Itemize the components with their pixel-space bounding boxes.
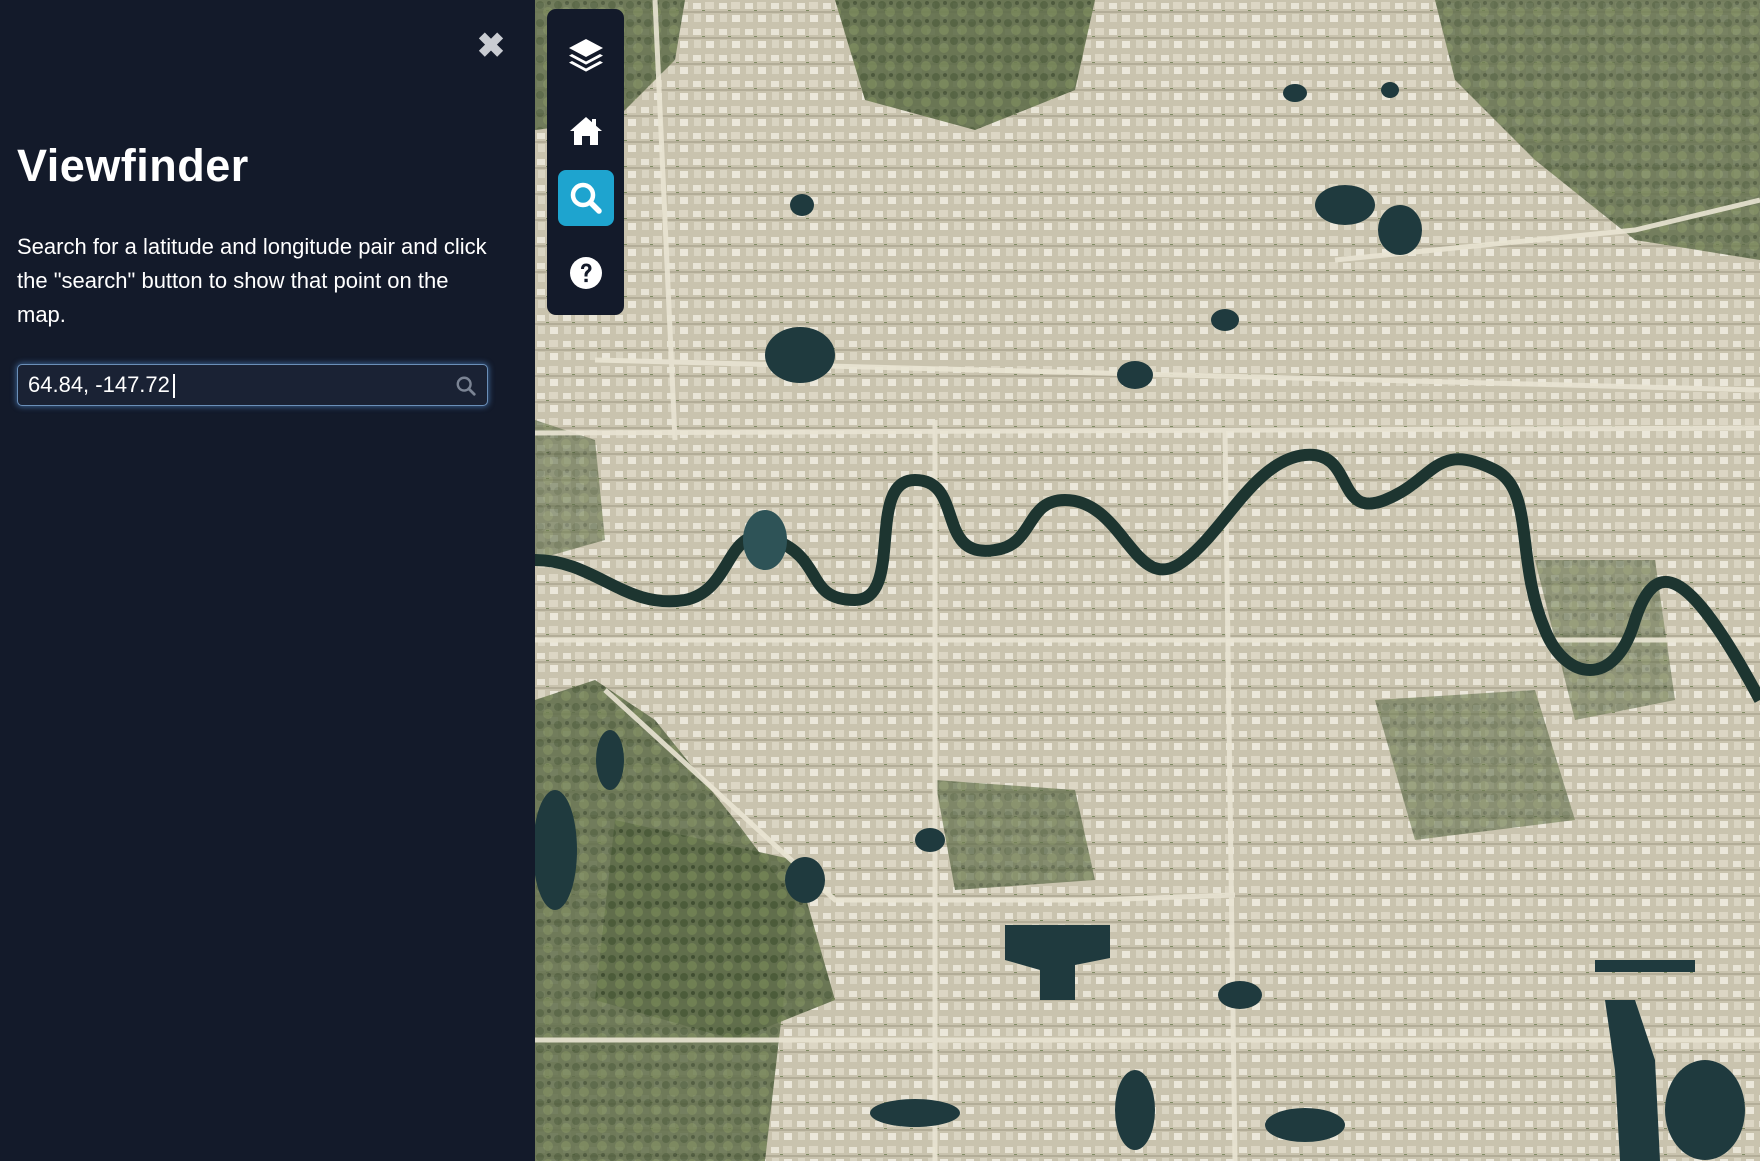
help-button[interactable] [558, 245, 614, 301]
close-icon: ✖ [476, 27, 506, 65]
viewfinder-panel: ✖ Viewfinder Search for a latitude and l… [0, 0, 535, 1161]
layers-button[interactable] [558, 27, 614, 83]
layers-icon [569, 39, 603, 72]
search-icon[interactable] [455, 375, 477, 397]
coordinate-search-input[interactable] [28, 365, 448, 405]
map-imagery [535, 0, 1760, 1161]
search-icon [570, 182, 602, 214]
search-tool-button[interactable] [558, 170, 614, 226]
satellite-map[interactable] [535, 0, 1760, 1161]
text-caret [173, 374, 175, 398]
help-icon [570, 257, 602, 289]
home-icon [570, 117, 602, 145]
panel-title: Viewfinder [17, 140, 249, 191]
map-toolbar [547, 9, 624, 315]
close-panel-button[interactable]: ✖ [475, 28, 507, 64]
coordinate-search-box [17, 364, 488, 406]
home-button[interactable] [558, 103, 614, 159]
panel-description: Search for a latitude and longitude pair… [17, 234, 487, 327]
